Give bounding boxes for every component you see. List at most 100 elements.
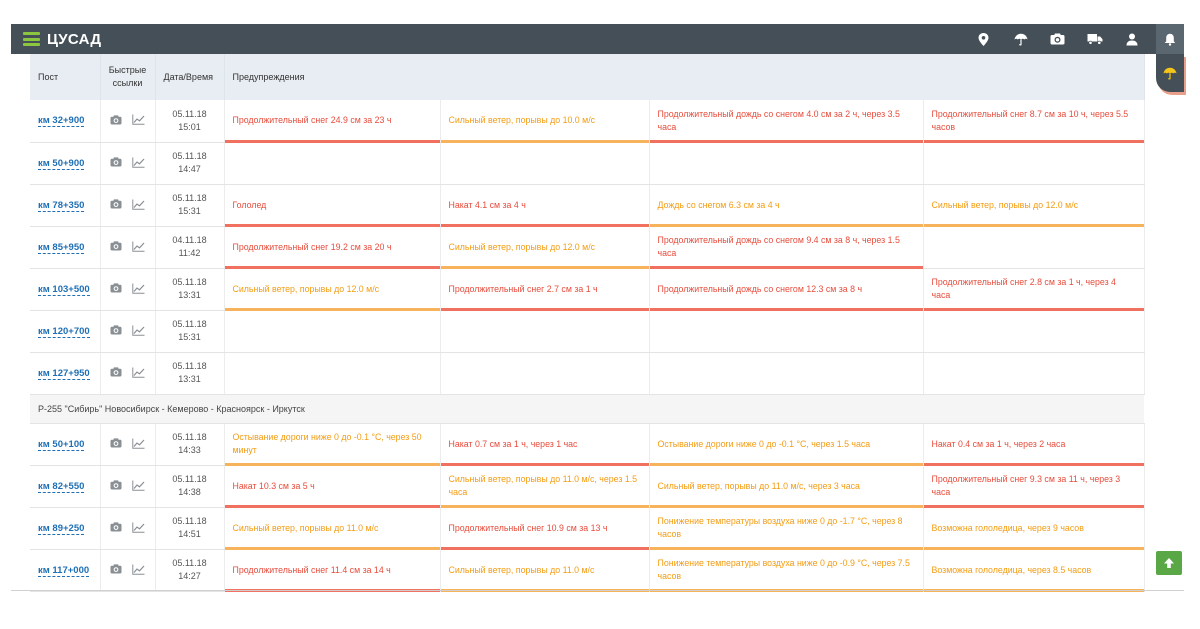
date-text: 05.11.18	[172, 277, 207, 287]
camera-icon[interactable]	[110, 283, 122, 295]
post-link[interactable]: км 127+950	[38, 367, 90, 380]
camera-icon[interactable]	[110, 438, 122, 450]
post-link[interactable]: км 103+500	[38, 283, 90, 296]
camera-icon[interactable]	[110, 157, 122, 169]
post-link[interactable]: км 50+100	[38, 438, 85, 451]
warning-cell: Продолжительный снег 2.8 см за 1 ч, чере…	[923, 268, 1145, 311]
header-datetime[interactable]: Дата/Время	[155, 54, 225, 100]
empty-warning-cell	[224, 142, 441, 185]
post-cell: км 85+950	[30, 226, 101, 269]
time-text: 14:38	[178, 487, 201, 497]
warning-cell: Продолжительный снег 8.7 см за 10 ч, чер…	[923, 100, 1145, 143]
post-link[interactable]: км 120+700	[38, 325, 90, 338]
time-text: 14:27	[178, 571, 201, 581]
date-text: 05.11.18	[172, 432, 207, 442]
time-text: 14:51	[178, 529, 201, 539]
empty-warning-cell	[440, 310, 650, 353]
post-cell: км 32+900	[30, 100, 101, 143]
warning-cell: Сильный ветер, порывы до 11.0 м/с	[440, 549, 650, 592]
warning-cell: Продолжительный снег 11.4 см за 14 ч	[224, 549, 441, 592]
header-post[interactable]: Пост	[30, 54, 101, 100]
chart-icon[interactable]	[132, 114, 145, 127]
warning-cell: Дождь со снегом 6.3 см за 4 ч	[649, 184, 924, 227]
date-text: 05.11.18	[172, 151, 207, 161]
camera-icon[interactable]	[110, 522, 122, 534]
camera-icon[interactable]	[1039, 24, 1076, 54]
date-text: 05.11.18	[172, 558, 207, 568]
post-link[interactable]: км 32+900	[38, 115, 85, 128]
truck-icon[interactable]	[1076, 24, 1113, 54]
warning-cell: Остывание дороги ниже 0 до -0.1 °С, чере…	[649, 423, 924, 466]
post-cell: км 127+950	[30, 352, 101, 395]
top-navbar: ЦУСАД	[11, 24, 1184, 54]
datetime-cell: 05.11.18 13:31	[155, 352, 225, 395]
camera-icon[interactable]	[110, 564, 122, 576]
warning-cell: Продолжительный снег 19.2 см за 20 ч	[224, 226, 441, 269]
umbrella-icon	[1163, 67, 1177, 80]
chart-icon[interactable]	[132, 438, 145, 451]
quick-links-cell	[100, 507, 156, 550]
section-header-row: Р-255 "Сибирь" Новосибирск - Кемерово - …	[30, 394, 1145, 424]
time-text: 15:31	[178, 206, 201, 216]
post-link[interactable]: км 82+550	[38, 480, 85, 493]
chart-icon[interactable]	[132, 199, 145, 212]
chart-icon[interactable]	[132, 480, 145, 493]
post-link[interactable]: км 85+950	[38, 241, 85, 254]
warnings-table: Пост Быстрые ссылки Дата/Время Предупреж…	[30, 54, 1145, 592]
weather-side-tab[interactable]	[1156, 54, 1184, 92]
date-text: 05.11.18	[172, 319, 207, 329]
date-text: 05.11.18	[172, 193, 207, 203]
chart-icon[interactable]	[132, 157, 145, 170]
warning-cell: Сильный ветер, порывы до 11.0 м/с, через…	[440, 465, 650, 508]
hamburger-menu-icon[interactable]	[23, 32, 40, 46]
camera-icon[interactable]	[110, 325, 122, 337]
table-row: км 78+350 05.11.18 15:31 Гололед Накат 4.1 с…	[30, 184, 1145, 227]
chart-icon[interactable]	[132, 367, 145, 380]
table-header-row: Пост Быстрые ссылки Дата/Время Предупреж…	[30, 54, 1145, 100]
quick-links-cell	[100, 310, 156, 353]
table-row: км 103+500 05.11.18 13:31 Сильный ветер, по…	[30, 268, 1145, 311]
user-icon[interactable]	[1113, 24, 1150, 54]
post-link[interactable]: км 117+000	[38, 564, 90, 577]
warning-cell: Сильный ветер, порывы до 12.0 м/с	[923, 184, 1145, 227]
time-text: 13:31	[178, 290, 201, 300]
bell-icon[interactable]	[1156, 24, 1184, 54]
warnings-table-wrapper: Пост Быстрые ссылки Дата/Время Предупреж…	[30, 54, 1145, 592]
camera-icon[interactable]	[110, 115, 122, 127]
warning-cell: Гололед	[224, 184, 441, 227]
camera-icon[interactable]	[110, 199, 122, 211]
camera-icon[interactable]	[110, 241, 122, 253]
empty-warning-cell	[923, 352, 1145, 395]
post-cell: км 89+250	[30, 507, 101, 550]
table-row: км 85+950 04.11.18 11:42 Продолжительный сн…	[30, 226, 1145, 269]
post-cell: км 103+500	[30, 268, 101, 311]
date-text: 04.11.18	[172, 235, 207, 245]
warning-cell: Продолжительный дождь со снегом 4.0 см з…	[649, 100, 924, 143]
umbrella-icon[interactable]	[1002, 24, 1039, 54]
chart-icon[interactable]	[132, 522, 145, 535]
empty-warning-cell	[649, 142, 924, 185]
camera-icon[interactable]	[110, 367, 122, 379]
camera-icon[interactable]	[110, 480, 122, 492]
quick-links-cell	[100, 226, 156, 269]
warning-cell: Продолжительный снег 9.3 см за 11 ч, чер…	[923, 465, 1145, 508]
post-link[interactable]: км 89+250	[38, 522, 85, 535]
chart-icon[interactable]	[132, 283, 145, 296]
chart-icon[interactable]	[132, 325, 145, 338]
empty-warning-cell	[923, 142, 1145, 185]
header-warnings: Предупреждения	[224, 54, 1145, 100]
location-pin-icon[interactable]	[965, 24, 1002, 54]
scroll-to-top-button[interactable]	[1156, 551, 1182, 575]
chart-icon[interactable]	[132, 241, 145, 254]
quick-links-cell	[100, 268, 156, 311]
empty-warning-cell	[224, 352, 441, 395]
post-link[interactable]: км 50+900	[38, 157, 85, 170]
warning-cell: Продолжительный снег 24.9 см за 23 ч	[224, 100, 441, 143]
time-text: 13:31	[178, 374, 201, 384]
empty-warning-cell	[923, 226, 1145, 269]
post-link[interactable]: км 78+350	[38, 199, 85, 212]
warning-cell: Сильный ветер, порывы до 11.0 м/с	[224, 507, 441, 550]
datetime-cell: 05.11.18 15:31	[155, 310, 225, 353]
chart-icon[interactable]	[132, 564, 145, 577]
quick-links-cell	[100, 465, 156, 508]
